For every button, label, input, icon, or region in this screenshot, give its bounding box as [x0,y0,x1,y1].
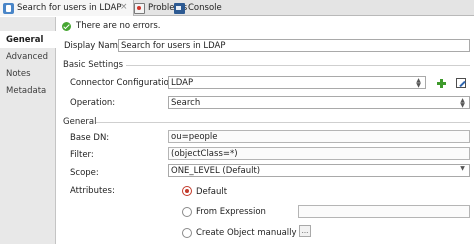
chevron-up-down-icon: ▲ ▼ [460,97,465,109]
base-dn-label: Base DN: [70,133,110,143]
operation-label: Operation: [70,98,116,108]
sidebar-item-metadata[interactable]: Metadata [0,82,56,99]
group-divider [126,65,470,66]
display-name-input[interactable]: Search for users in LDAP [118,39,470,52]
edit-connector-icon[interactable] [456,78,466,88]
sidebar-item-label: Notes [6,68,31,79]
close-tab-icon[interactable]: × [120,2,128,12]
problems-icon [134,2,145,14]
sidebar-item-advanced[interactable]: Advanced [0,48,56,65]
display-name-label: Display Name: [64,41,126,51]
status-text: There are no errors. [76,21,161,31]
check-ok-icon [62,21,71,31]
validation-status: There are no errors. [62,19,161,33]
tab-label: Search for users in LDAP [17,3,122,13]
sidebar-item-general[interactable]: General [0,31,57,48]
attributes-from-expression-radio[interactable] [182,207,192,217]
chevron-down-icon: ▼ [460,165,465,172]
operation-select[interactable]: Search ▲ ▼ [168,96,470,109]
general-section-title: General [63,117,97,127]
attributes-default-radio[interactable] [182,186,192,196]
chevron-up-down-icon: ▲ ▼ [416,77,421,89]
tab-search-for-users-in-ldap[interactable]: Search for users in LDAP × [0,0,134,16]
attributes-create-object-label: Create Object manually [196,228,297,238]
scope-value: ONE_LEVEL (Default) [171,165,261,176]
base-dn-input[interactable]: ou=people [168,130,470,143]
group-divider [96,122,470,123]
connector-configuration-select[interactable]: LDAP ▲ ▼ [168,76,426,89]
scope-select[interactable]: ONE_LEVEL (Default) ▼ [168,164,470,177]
attributes-expression-input[interactable] [298,205,470,218]
scope-label: Scope: [70,168,99,178]
attributes-default-label: Default [196,187,228,197]
editor-tab-bar: Search for users in LDAP × Problems Cons… [0,0,474,16]
basic-settings-title: Basic Settings [63,60,124,70]
attributes-label: Attributes: [70,186,115,196]
sidebar-item-notes[interactable]: Notes [0,65,56,82]
sidebar-item-label: General [6,34,44,45]
sidebar-item-label: Advanced [6,51,48,62]
properties-sidebar: General Advanced Notes Metadata [0,17,57,244]
attributes-create-object-radio[interactable] [182,228,192,238]
flow-editor-icon [3,2,14,14]
connector-configuration-label: Connector Configuration: [70,78,178,88]
connector-configuration-value: LDAP [171,77,194,88]
sidebar-item-label: Metadata [6,85,47,96]
console-icon [174,2,185,14]
tab-console[interactable]: Console [174,0,222,16]
attributes-from-expression-label: From Expression [196,207,266,217]
tab-label: Console [188,3,222,13]
filter-label: Filter: [70,150,94,160]
browse-button[interactable]: ... [299,225,311,237]
operation-value: Search [171,97,201,108]
add-connector-icon[interactable] [437,79,446,88]
filter-input[interactable]: (objectClass=*) [168,147,470,160]
